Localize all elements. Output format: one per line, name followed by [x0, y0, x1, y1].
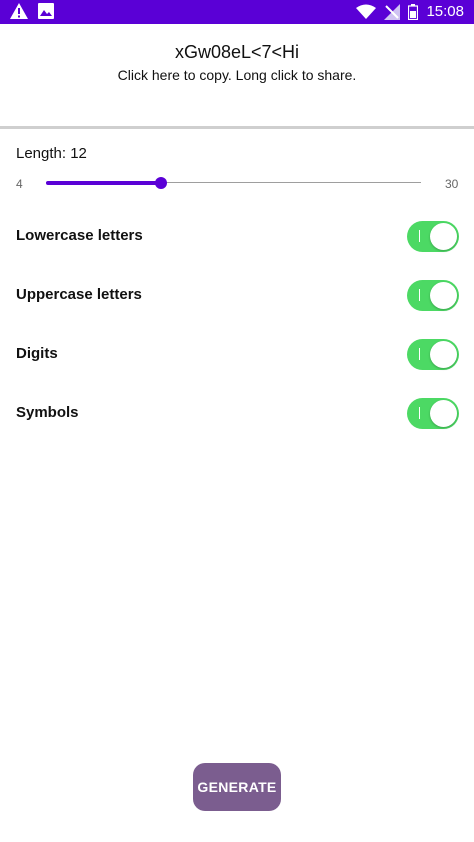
option-row-symbols: Symbols — [0, 394, 474, 434]
wifi-icon — [356, 4, 377, 20]
length-slider-thumb[interactable] — [155, 177, 168, 189]
symbols-label: Symbols — [16, 404, 79, 421]
status-bar-left — [10, 3, 54, 19]
status-bar: 15:08 — [0, 0, 474, 24]
status-bar-right: 15:08 — [356, 2, 464, 22]
toggle-on-mark — [419, 407, 420, 419]
length-label: Length: 12 — [16, 145, 87, 162]
battery-icon — [408, 4, 419, 20]
warning-icon — [10, 3, 28, 19]
lowercase-toggle[interactable] — [407, 221, 459, 252]
digits-toggle[interactable] — [407, 339, 459, 370]
uppercase-label: Uppercase letters — [16, 286, 142, 303]
toggle-knob — [430, 400, 457, 427]
toggle-on-mark — [419, 348, 420, 360]
toggle-knob — [430, 341, 457, 368]
toggle-on-mark — [419, 230, 420, 242]
status-time: 15:08 — [426, 3, 464, 20]
lowercase-label: Lowercase letters — [16, 227, 143, 244]
toggle-on-mark — [419, 289, 420, 301]
divider — [0, 126, 474, 129]
slider-max-label: 30 — [445, 177, 459, 191]
option-row-digits: Digits — [0, 335, 474, 375]
symbols-toggle[interactable] — [407, 398, 459, 429]
image-icon — [38, 3, 54, 19]
toggle-knob — [430, 282, 457, 309]
uppercase-toggle[interactable] — [407, 280, 459, 311]
copy-hint: Click here to copy. Long click to share. — [117, 67, 357, 83]
generated-password[interactable]: xGw08eL<7<Hi — [0, 42, 474, 63]
generate-button[interactable]: GENERATE — [193, 763, 281, 811]
slider-min-label: 4 — [16, 177, 23, 191]
digits-label: Digits — [16, 345, 58, 362]
length-slider-fill — [46, 181, 162, 185]
no-signal-icon — [384, 4, 401, 20]
option-row-lowercase: Lowercase letters — [0, 217, 474, 257]
option-row-uppercase: Uppercase letters — [0, 276, 474, 316]
toggle-knob — [430, 223, 457, 250]
password-display[interactable]: xGw08eL<7<Hi Click here to copy. Long cl… — [0, 24, 474, 126]
